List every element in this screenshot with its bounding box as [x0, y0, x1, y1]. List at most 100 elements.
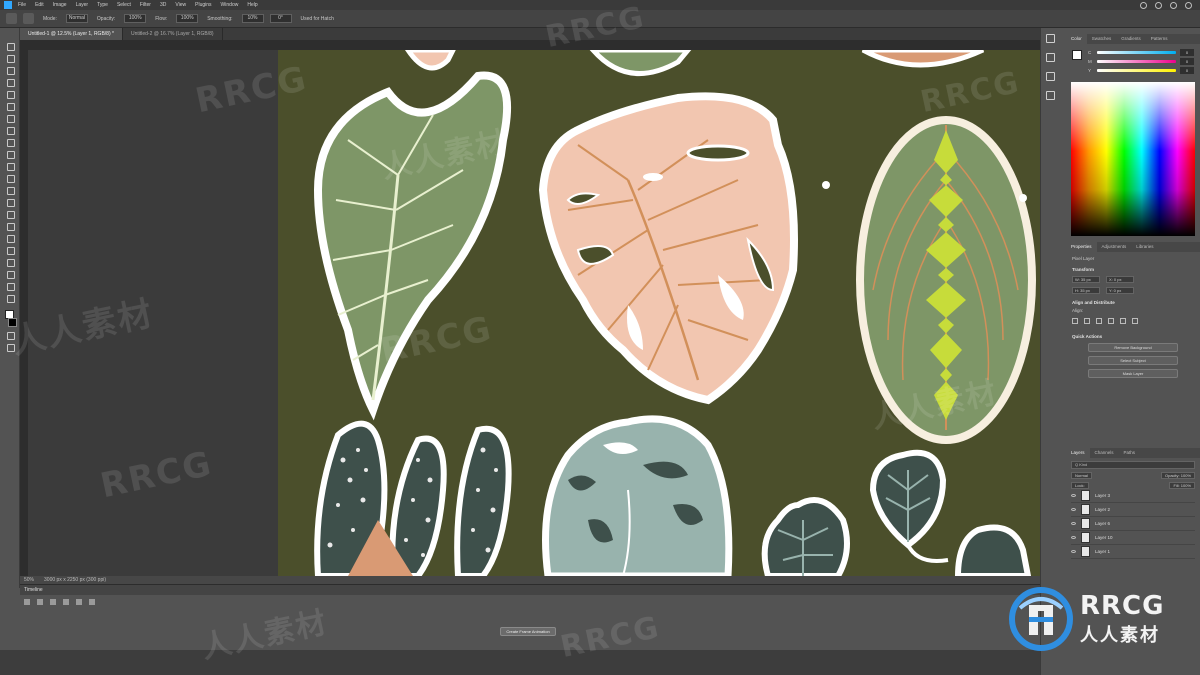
angle-field[interactable]: 0°: [269, 14, 292, 23]
home-icon[interactable]: [1140, 1, 1147, 9]
type-tool-icon[interactable]: [5, 234, 15, 243]
height-field[interactable]: H: 35 px: [1072, 287, 1100, 294]
width-field[interactable]: W: 35 px: [1072, 276, 1100, 283]
history-brush-tool-icon[interactable]: [5, 162, 15, 171]
settings-icon[interactable]: [89, 599, 95, 605]
crop-tool-icon[interactable]: [5, 90, 15, 99]
fill-field[interactable]: Fill: 100%: [1169, 482, 1195, 489]
home-button[interactable]: [6, 13, 17, 24]
play-icon[interactable]: [50, 599, 56, 605]
quick-mask-icon[interactable]: [5, 331, 15, 340]
layer-name[interactable]: Layer 6: [1095, 521, 1110, 526]
tab-layers[interactable]: Layers: [1066, 448, 1090, 458]
zoom-readout[interactable]: 50%: [24, 577, 34, 583]
tab-libraries[interactable]: Libraries: [1131, 242, 1158, 252]
remove-background-button[interactable]: Remove Background: [1088, 343, 1178, 352]
paragraph-icon[interactable]: [1046, 91, 1055, 100]
brush-tool-preset-icon[interactable]: [23, 13, 34, 24]
tab-adjustments[interactable]: Adjustments: [1097, 242, 1132, 252]
y-field[interactable]: Y: 0 px: [1106, 287, 1134, 294]
align-right-icon[interactable]: [1096, 318, 1102, 324]
more-tools-icon[interactable]: [5, 294, 15, 303]
align-bottom-icon[interactable]: [1132, 318, 1138, 324]
tab-color[interactable]: Color: [1066, 34, 1087, 44]
layer-row[interactable]: Layer 10: [1071, 531, 1195, 545]
layer-row[interactable]: Layer 1: [1071, 545, 1195, 559]
menu-edit[interactable]: Edit: [35, 2, 44, 8]
x-field[interactable]: X: 0 px: [1106, 276, 1134, 283]
visibility-eye-icon[interactable]: [1071, 536, 1076, 539]
photoshop-logo-icon[interactable]: [4, 1, 12, 9]
menu-window[interactable]: Window: [221, 2, 239, 8]
gradient-tool-icon[interactable]: [5, 186, 15, 195]
layer-opacity-field[interactable]: Opacity: 100%: [1160, 472, 1195, 479]
options-extra-label[interactable]: Used for Hatch: [298, 16, 337, 22]
create-frame-animation-button[interactable]: Create Frame Animation: [500, 627, 556, 636]
color-spectrum[interactable]: [1071, 82, 1195, 236]
opacity-field[interactable]: 100%: [124, 14, 147, 23]
menu-select[interactable]: Select: [117, 2, 131, 8]
share-icon[interactable]: [1185, 1, 1192, 9]
slider-c-track[interactable]: [1097, 51, 1176, 54]
quick-actions-heading[interactable]: Quick Actions: [1072, 334, 1194, 339]
transform-heading[interactable]: Transform: [1072, 267, 1194, 272]
adjustments-icon[interactable]: [1046, 53, 1055, 62]
select-subject-button[interactable]: Select Subject: [1088, 356, 1178, 365]
healing-tool-icon[interactable]: [5, 126, 15, 135]
visibility-eye-icon[interactable]: [1071, 508, 1076, 511]
quick-select-tool-icon[interactable]: [5, 78, 15, 87]
audio-icon[interactable]: [76, 599, 82, 605]
lasso-tool-icon[interactable]: [5, 66, 15, 75]
mask-layer-button[interactable]: Mask Layer: [1088, 369, 1178, 378]
menu-filter[interactable]: Filter: [140, 2, 151, 8]
tab-channels[interactable]: Channels: [1090, 448, 1119, 458]
align-left-icon[interactable]: [1072, 318, 1078, 324]
path-select-tool-icon[interactable]: [5, 246, 15, 255]
move-tool-icon[interactable]: [5, 42, 15, 51]
screen-mode-icon[interactable]: [5, 343, 15, 352]
document-tab-1[interactable]: Untitled-1 @ 12.5% (Layer 1, RGB/8) *: [20, 28, 123, 40]
next-frame-icon[interactable]: [63, 599, 69, 605]
workspace-icon[interactable]: [1170, 1, 1177, 9]
foreground-color-chip[interactable]: [1072, 50, 1082, 60]
search-icon[interactable]: [1155, 1, 1162, 9]
eraser-tool-icon[interactable]: [5, 174, 15, 183]
zoom-tool-icon[interactable]: [5, 282, 15, 291]
flow-field[interactable]: 100%: [176, 14, 199, 23]
align-middle-icon[interactable]: [1120, 318, 1126, 324]
slider-c-value[interactable]: 0: [1180, 49, 1194, 56]
background-color-swatch[interactable]: [8, 318, 17, 327]
tab-paths[interactable]: Paths: [1119, 448, 1141, 458]
visibility-eye-icon[interactable]: [1071, 494, 1076, 497]
layer-row[interactable]: Layer 3: [1071, 489, 1195, 503]
canvas[interactable]: [278, 50, 1040, 576]
layer-row[interactable]: Layer 2: [1071, 503, 1195, 517]
layer-name[interactable]: Layer 3: [1095, 493, 1110, 498]
layer-name[interactable]: Layer 1: [1095, 549, 1110, 554]
dodge-tool-icon[interactable]: [5, 210, 15, 219]
blur-tool-icon[interactable]: [5, 198, 15, 207]
marquee-tool-icon[interactable]: [5, 54, 15, 63]
first-frame-icon[interactable]: [24, 599, 30, 605]
align-top-icon[interactable]: [1108, 318, 1114, 324]
layer-name[interactable]: Layer 2: [1095, 507, 1110, 512]
mode-select[interactable]: Normal: [65, 14, 88, 23]
slider-m-value[interactable]: 0: [1180, 58, 1194, 65]
layer-name[interactable]: Layer 10: [1095, 535, 1113, 540]
layer-filter-kind[interactable]: Q Kind: [1071, 461, 1195, 469]
slider-y-value[interactable]: 0: [1180, 67, 1194, 74]
slider-m[interactable]: M 0: [1088, 57, 1194, 66]
eyedropper-tool-icon[interactable]: [5, 114, 15, 123]
slider-y-track[interactable]: [1097, 69, 1176, 72]
align-center-icon[interactable]: [1084, 318, 1090, 324]
visibility-eye-icon[interactable]: [1071, 522, 1076, 525]
slider-c[interactable]: C 0: [1088, 48, 1194, 57]
menu-image[interactable]: Image: [53, 2, 67, 8]
menu-plugins[interactable]: Plugins: [195, 2, 211, 8]
tab-properties[interactable]: Properties: [1066, 242, 1097, 252]
blend-mode-select[interactable]: Normal: [1071, 472, 1092, 479]
layer-row[interactable]: Layer 6: [1071, 517, 1195, 531]
brush-tool-icon[interactable]: [5, 138, 15, 147]
slider-y[interactable]: Y 0: [1088, 66, 1194, 75]
menu-file[interactable]: File: [18, 2, 26, 8]
